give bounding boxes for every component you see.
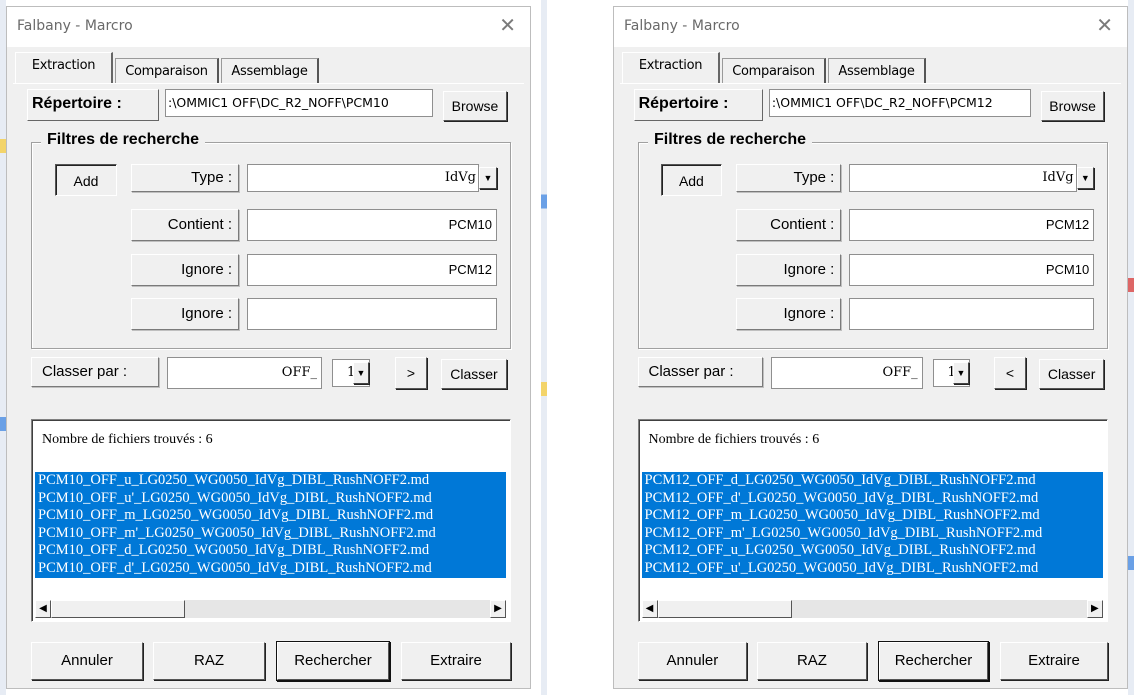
sort-input[interactable]: OFF_ <box>770 357 923 389</box>
file-list-item[interactable]: PCM12_OFF_m'_LG0250_WG0050_IdVg_DIBL_Rus… <box>642 525 1103 543</box>
search-button[interactable]: Rechercher <box>878 642 989 680</box>
files-list[interactable]: PCM12_OFF_d_LG0250_WG0050_IdVg_DIBL_Rush… <box>641 472 1103 578</box>
tab-assemblage[interactable]: Assemblage <box>828 58 926 84</box>
background-stripe <box>1128 0 1134 695</box>
add-filter-button[interactable]: Add <box>661 164 722 196</box>
search-button[interactable]: Rechercher <box>277 642 389 680</box>
sort-input[interactable]: OFF_ <box>167 357 322 389</box>
filter-label-type: Type : <box>131 164 239 192</box>
filters-title: Filtres de recherche <box>648 131 813 149</box>
file-list-item[interactable]: PCM10_OFF_u_LG0250_WG0050_IdVg_DIBL_Rush… <box>35 472 506 490</box>
filter-label-ignore: Ignore : <box>735 254 842 286</box>
repertoire-label: Répertoire : <box>27 89 159 121</box>
files-count: Nombre de fichiers trouvés : 6 <box>42 432 213 447</box>
extraction-panel <box>13 83 524 85</box>
extract-button[interactable]: Extraire <box>1000 642 1108 680</box>
window-title: Falbany - Marcro <box>17 18 133 34</box>
filters-title: Filtres de recherche <box>41 131 206 149</box>
repertoire-label: Répertoire : <box>633 89 763 121</box>
file-list-item[interactable]: PCM12_OFF_d'_LG0250_WG0050_IdVg_DIBL_Rus… <box>642 490 1103 508</box>
repertoire-input[interactable]: :\OMMIC1 OFF\DC_R2_NOFF\PCM10 <box>165 89 433 117</box>
sort-label: Classer par : <box>31 357 159 387</box>
file-list-item[interactable]: PCM12_OFF_m_LG0250_WG0050_IdVg_DIBL_Rush… <box>642 507 1103 525</box>
filter-label-ignore: Ignore : <box>131 298 239 330</box>
repertoire-input[interactable]: :\OMMIC1 OFF\DC_R2_NOFF\PCM12 <box>768 89 1032 117</box>
ignore-input[interactable] <box>247 298 497 330</box>
classer-button[interactable]: Classer <box>441 359 507 389</box>
arrow-right-icon[interactable]: ▶ <box>490 600 506 618</box>
extract-button[interactable]: Extraire <box>401 642 511 680</box>
ignore-input[interactable]: PCM10 <box>849 254 1095 286</box>
browse-button[interactable]: Browse <box>1041 91 1104 121</box>
files-count: Nombre de fichiers trouvés : 6 <box>648 432 820 447</box>
arrow-right-icon[interactable]: ▶ <box>1086 600 1103 618</box>
results-listbox[interactable]: Nombre de fichiers trouvés : 6 PCM12_OFF… <box>637 419 1108 622</box>
arrow-left-icon[interactable]: ◀ <box>35 600 51 618</box>
file-list-item[interactable]: PCM10_OFF_d'_LG0250_WG0050_IdVg_DIBL_Rus… <box>35 560 506 578</box>
contient-input[interactable]: PCM12 <box>849 209 1095 241</box>
extraction-panel <box>620 83 1121 85</box>
file-list-item[interactable]: PCM12_OFF_d_LG0250_WG0050_IdVg_DIBL_Rush… <box>642 472 1103 490</box>
horizontal-scrollbar[interactable]: ◀ ▶ <box>35 600 506 618</box>
title-bar: Falbany - Marcro ✕ <box>7 7 530 47</box>
tab-comparaison[interactable]: Comparaison <box>722 58 826 84</box>
file-list-item[interactable]: PCM10_OFF_d_LG0250_WG0050_IdVg_DIBL_Rush… <box>35 542 506 560</box>
reset-button[interactable]: RAZ <box>153 642 265 680</box>
file-list-item[interactable]: PCM10_OFF_m_LG0250_WG0050_IdVg_DIBL_Rush… <box>35 507 506 525</box>
background-stripe <box>541 0 547 695</box>
type-select[interactable]: IdVg <box>849 164 1077 192</box>
file-list-item[interactable]: PCM10_OFF_u'_LG0250_WG0050_IdVg_DIBL_Rus… <box>35 490 506 508</box>
filter-label-contient: Contient : <box>131 209 239 241</box>
scrollbar-thumb[interactable] <box>657 600 792 618</box>
sort-order-button[interactable]: < <box>994 357 1026 389</box>
file-list-item[interactable]: PCM12_OFF_u'_LG0250_WG0050_IdVg_DIBL_Rus… <box>642 560 1103 578</box>
close-icon[interactable]: ✕ <box>1096 13 1113 37</box>
chevron-down-icon[interactable]: ▼ <box>1076 167 1095 189</box>
horizontal-scrollbar[interactable]: ◀ ▶ <box>641 600 1103 618</box>
filter-label-ignore: Ignore : <box>131 254 239 286</box>
files-list[interactable]: PCM10_OFF_u_LG0250_WG0050_IdVg_DIBL_Rush… <box>35 472 506 578</box>
file-list-item[interactable]: PCM10_OFF_m'_LG0250_WG0050_IdVg_DIBL_Rus… <box>35 525 506 543</box>
window-title: Falbany - Marcro <box>624 18 740 34</box>
tab-assemblage[interactable]: Assemblage <box>221 58 319 84</box>
sort-label: Classer par : <box>637 357 763 387</box>
dialog-window: Falbany - Marcro ✕ Extraction Comparaiso… <box>613 6 1128 689</box>
chevron-down-icon[interactable]: ▼ <box>353 362 369 384</box>
ignore-input[interactable] <box>849 298 1095 330</box>
close-icon[interactable]: ✕ <box>499 13 516 37</box>
reset-button[interactable]: RAZ <box>757 642 867 680</box>
filter-label-ignore: Ignore : <box>735 298 842 330</box>
filter-label-type: Type : <box>735 164 842 192</box>
filter-label-contient: Contient : <box>735 209 842 241</box>
browse-button[interactable]: Browse <box>443 91 507 121</box>
chevron-down-icon[interactable]: ▼ <box>953 362 969 384</box>
tab-extraction[interactable]: Extraction <box>622 52 720 84</box>
classer-button[interactable]: Classer <box>1039 359 1104 389</box>
type-select[interactable]: IdVg <box>247 164 479 192</box>
add-filter-button[interactable]: Add <box>55 164 117 196</box>
cancel-button[interactable]: Annuler <box>637 642 748 680</box>
chevron-down-icon[interactable]: ▼ <box>479 167 497 189</box>
dialog-window: Falbany - Marcro ✕ Extraction Comparaiso… <box>6 6 531 689</box>
scrollbar-thumb[interactable] <box>51 600 185 618</box>
sort-order-button[interactable]: > <box>395 357 427 389</box>
arrow-left-icon[interactable]: ◀ <box>641 600 658 618</box>
tab-extraction[interactable]: Extraction <box>15 52 113 84</box>
tab-comparaison[interactable]: Comparaison <box>115 58 219 84</box>
file-list-item[interactable]: PCM12_OFF_u_LG0250_WG0050_IdVg_DIBL_Rush… <box>642 542 1103 560</box>
contient-input[interactable]: PCM10 <box>247 209 497 241</box>
title-bar: Falbany - Marcro ✕ <box>614 7 1127 47</box>
ignore-input[interactable]: PCM12 <box>247 254 497 286</box>
cancel-button[interactable]: Annuler <box>31 642 143 680</box>
results-listbox[interactable]: Nombre de fichiers trouvés : 6 PCM10_OFF… <box>31 419 511 622</box>
